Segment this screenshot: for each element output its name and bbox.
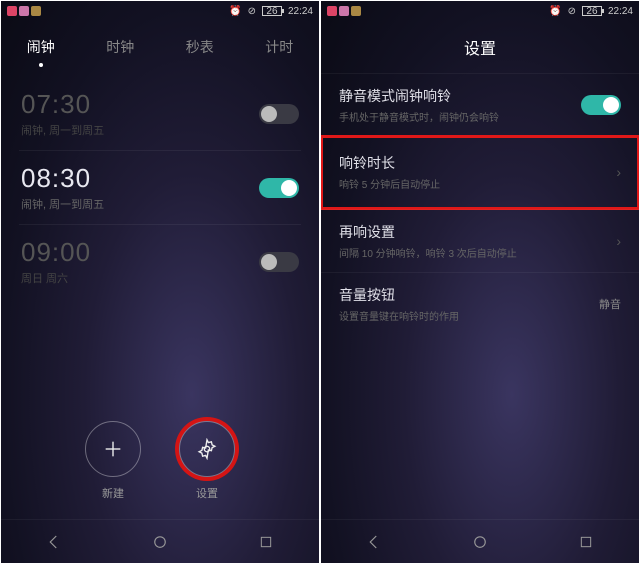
nav-home[interactable] bbox=[149, 531, 171, 553]
clock-text: 22:24 bbox=[608, 6, 633, 17]
status-app-icon bbox=[327, 6, 337, 16]
row-desc: 响铃 5 分钟后自动停止 bbox=[339, 176, 440, 191]
alarm-time: 07:30 bbox=[21, 89, 104, 120]
row-snooze[interactable]: 再响设置 间隔 10 分钟响铃，响铃 3 次后自动停止 › bbox=[321, 209, 639, 272]
battery-indicator: 26 bbox=[582, 6, 602, 16]
alarm-toggle[interactable] bbox=[259, 104, 299, 124]
tab-timer[interactable]: 计时 bbox=[263, 33, 295, 61]
clock-tabs: 闹钟 时钟 秒表 计时 bbox=[1, 21, 319, 65]
row-title: 静音模式闹钟响铃 bbox=[339, 86, 499, 106]
row-silent-mode-ring[interactable]: 静音模式闹钟响铃 手机处于静音模式时，闹钟仍会响铃 bbox=[321, 73, 639, 136]
alarm-row[interactable]: 07:30 闹钟, 周一到周五 bbox=[19, 77, 301, 151]
alarm-row[interactable]: 09:00 周日 周六 bbox=[19, 225, 301, 298]
chevron-right-icon: › bbox=[616, 164, 621, 180]
page-title: 设置 bbox=[321, 21, 639, 73]
row-desc: 设置音量键在响铃时的作用 bbox=[339, 308, 459, 323]
nav-recent[interactable] bbox=[255, 531, 277, 553]
plus-icon bbox=[85, 421, 141, 477]
row-title: 音量按钮 bbox=[339, 285, 459, 305]
alarm-icon: ⏰ bbox=[549, 6, 561, 17]
status-app-icon bbox=[351, 6, 361, 16]
status-app-icon bbox=[339, 6, 349, 16]
clock-text: 22:24 bbox=[288, 6, 313, 17]
tab-clock[interactable]: 时钟 bbox=[104, 33, 136, 61]
gear-icon bbox=[179, 421, 235, 477]
alarm-toggle[interactable] bbox=[259, 252, 299, 272]
dnd-icon: ⊘ bbox=[568, 6, 576, 17]
nav-bar bbox=[1, 519, 319, 563]
new-label: 新建 bbox=[102, 485, 124, 501]
settings-screen: ⏰ ⊘ 26 22:24 设置 静音模式闹钟响铃 手机处于静音模式时，闹钟仍会响… bbox=[321, 1, 639, 563]
tab-stopwatch[interactable]: 秒表 bbox=[184, 33, 216, 61]
battery-indicator: 26 bbox=[262, 6, 282, 16]
chevron-right-icon: › bbox=[616, 233, 621, 249]
nav-bar bbox=[321, 519, 639, 563]
status-app-icon bbox=[7, 6, 17, 16]
nav-recent[interactable] bbox=[575, 531, 597, 553]
nav-back[interactable] bbox=[363, 531, 385, 553]
status-bar: ⏰ ⊘ 26 22:24 bbox=[321, 1, 639, 21]
alarm-sub: 闹钟, 周一到周五 bbox=[21, 122, 104, 138]
nav-home[interactable] bbox=[469, 531, 491, 553]
status-app-icon bbox=[19, 6, 29, 16]
settings-label: 设置 bbox=[196, 485, 218, 501]
row-ring-duration[interactable]: 响铃时长 响铃 5 分钟后自动停止 › bbox=[321, 136, 639, 209]
row-desc: 手机处于静音模式时，闹钟仍会响铃 bbox=[339, 109, 499, 124]
alarm-sub: 周日 周六 bbox=[21, 270, 91, 286]
alarm-time: 08:30 bbox=[21, 163, 104, 194]
row-title: 响铃时长 bbox=[339, 153, 440, 173]
settings-action[interactable]: 设置 bbox=[179, 421, 235, 501]
dnd-icon: ⊘ bbox=[248, 6, 256, 17]
row-toggle[interactable] bbox=[581, 95, 621, 115]
alarm-sub: 闹钟, 周一到周五 bbox=[21, 196, 104, 212]
status-app-icon bbox=[31, 6, 41, 16]
bottom-actions: 新建 设置 bbox=[1, 421, 319, 501]
alarm-row[interactable]: 08:30 闹钟, 周一到周五 bbox=[19, 151, 301, 225]
alarm-time: 09:00 bbox=[21, 237, 91, 268]
row-volume-button[interactable]: 音量按钮 设置音量键在响铃时的作用 静音 bbox=[321, 272, 639, 335]
row-desc: 间隔 10 分钟响铃，响铃 3 次后自动停止 bbox=[339, 245, 517, 260]
alarm-icon: ⏰ bbox=[229, 6, 241, 17]
row-value: 静音 bbox=[599, 296, 621, 312]
nav-back[interactable] bbox=[43, 531, 65, 553]
settings-list: 静音模式闹钟响铃 手机处于静音模式时，闹钟仍会响铃 响铃时长 响铃 5 分钟后自… bbox=[321, 73, 639, 335]
clock-app-screen: ⏰ ⊘ 26 22:24 闹钟 时钟 秒表 计时 07:30 闹钟, 周一到周五… bbox=[1, 1, 319, 563]
tab-alarm[interactable]: 闹钟 bbox=[25, 33, 57, 61]
row-title: 再响设置 bbox=[339, 222, 517, 242]
status-bar: ⏰ ⊘ 26 22:24 bbox=[1, 1, 319, 21]
new-alarm-action[interactable]: 新建 bbox=[85, 421, 141, 501]
alarm-list: 07:30 闹钟, 周一到周五 08:30 闹钟, 周一到周五 09:00 周日… bbox=[1, 65, 319, 298]
alarm-toggle[interactable] bbox=[259, 178, 299, 198]
